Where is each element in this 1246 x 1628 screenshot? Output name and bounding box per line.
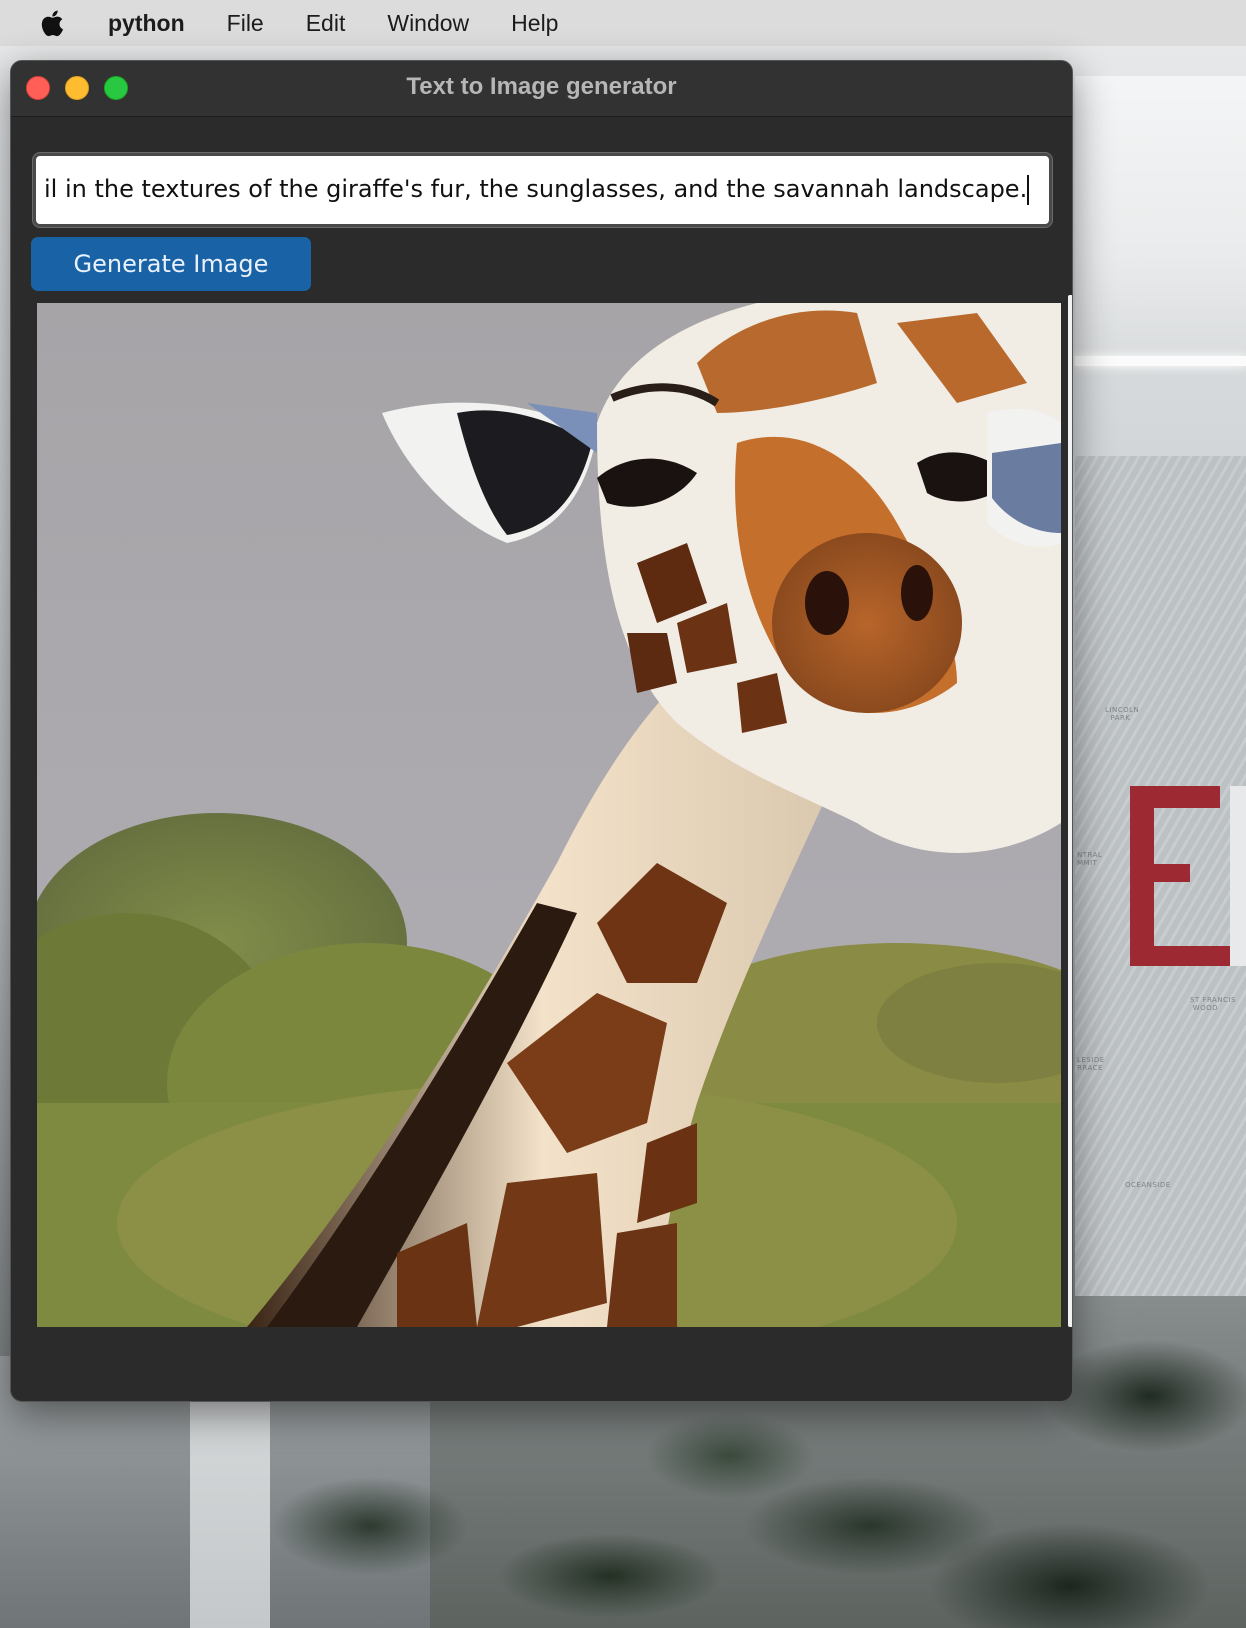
menu-window[interactable]: Window <box>387 10 469 37</box>
app-window: Text to Image generator ‎il in the textu… <box>10 60 1073 1402</box>
text-caret <box>1027 175 1030 205</box>
generated-image <box>37 303 1061 1327</box>
menu-file[interactable]: File <box>227 10 264 37</box>
menu-app-name[interactable]: python <box>108 10 185 37</box>
prompt-input[interactable]: ‎il in the textures of the giraffe's fur… <box>33 153 1052 227</box>
window-title: Text to Image generator <box>406 73 677 100</box>
menu-bar: python File Edit Window Help <box>0 0 1246 46</box>
image-area <box>37 295 1072 1327</box>
title-bar[interactable]: Text to Image generator <box>11 61 1072 117</box>
wall-logo <box>1130 746 1246 976</box>
menu-help[interactable]: Help <box>511 10 558 37</box>
apple-icon[interactable] <box>40 8 68 38</box>
ceiling-panel <box>1075 76 1246 376</box>
giraffe-image <box>37 303 1061 1327</box>
menu-edit[interactable]: Edit <box>306 10 346 37</box>
generate-image-button[interactable]: Generate Image <box>31 237 311 291</box>
prompt-text: il in the textures of the giraffe's fur,… <box>44 175 1028 203</box>
ceiling-light <box>1075 356 1246 366</box>
vertical-scrollbar[interactable] <box>1068 295 1072 1327</box>
